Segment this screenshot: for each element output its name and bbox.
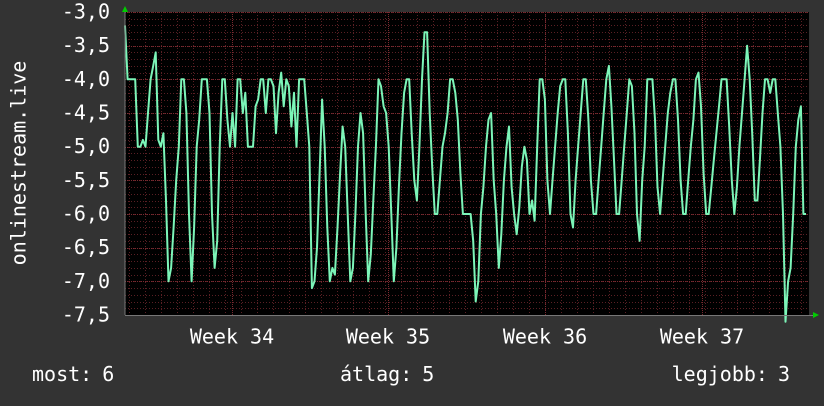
- chart-svg: -3,0 -3,5 -4,0 -4,5 -5,0 -5,5 -6,0 -6,5 -7,0 -7,5…: [7, 0, 819, 349]
- x-tick-label: Week 36: [503, 325, 587, 349]
- y-axis-arrow: [122, 6, 128, 12]
- y-tick-label: -5,0: [62, 134, 110, 158]
- stat-best: legjobb: 3: [672, 362, 790, 386]
- y-tick-label: -4,5: [62, 101, 110, 125]
- stat-best-value: 3: [777, 362, 790, 386]
- stat-most-value: 6: [102, 362, 115, 386]
- y-tick-label: -7,0: [62, 269, 110, 293]
- y-axis-label: onlinestream.live: [7, 61, 31, 266]
- chart: -3,0 -3,5 -4,0 -4,5 -5,0 -5,5 -6,0 -6,5 -7,0 -7,5…: [0, 0, 824, 402]
- y-tick-label: -6,0: [62, 202, 110, 226]
- y-tick-label: -3,0: [62, 0, 110, 24]
- y-tick-labels: -3,0 -3,5 -4,0 -4,5 -5,0 -5,5 -6,0 -6,5 -7,0 -7,5: [62, 0, 110, 327]
- y-tick-label: -4,0: [62, 67, 110, 91]
- x-tick-label: Week 35: [346, 325, 430, 349]
- y-tick-label: -7,5: [62, 303, 110, 327]
- stat-average-value: 5: [422, 362, 435, 386]
- stat-average-label: átlag:: [340, 362, 413, 386]
- x-axis-arrow: [813, 312, 819, 318]
- stat-most-label: most:: [32, 362, 93, 386]
- x-tick-labels: Week 34 Week 35 Week 36 Week 37: [190, 325, 744, 349]
- x-tick-label: Week 34: [190, 325, 274, 349]
- y-tick-label: -5,5: [62, 168, 110, 192]
- x-tick-label: Week 37: [660, 325, 744, 349]
- y-tick-label: -3,5: [62, 33, 110, 57]
- stat-best-label: legjobb:: [671, 362, 768, 386]
- stat-most: most: 6: [32, 362, 114, 386]
- plot-area: [125, 12, 809, 315]
- y-tick-label: -6,5: [62, 235, 110, 259]
- stat-average: átlag: 5: [340, 362, 434, 386]
